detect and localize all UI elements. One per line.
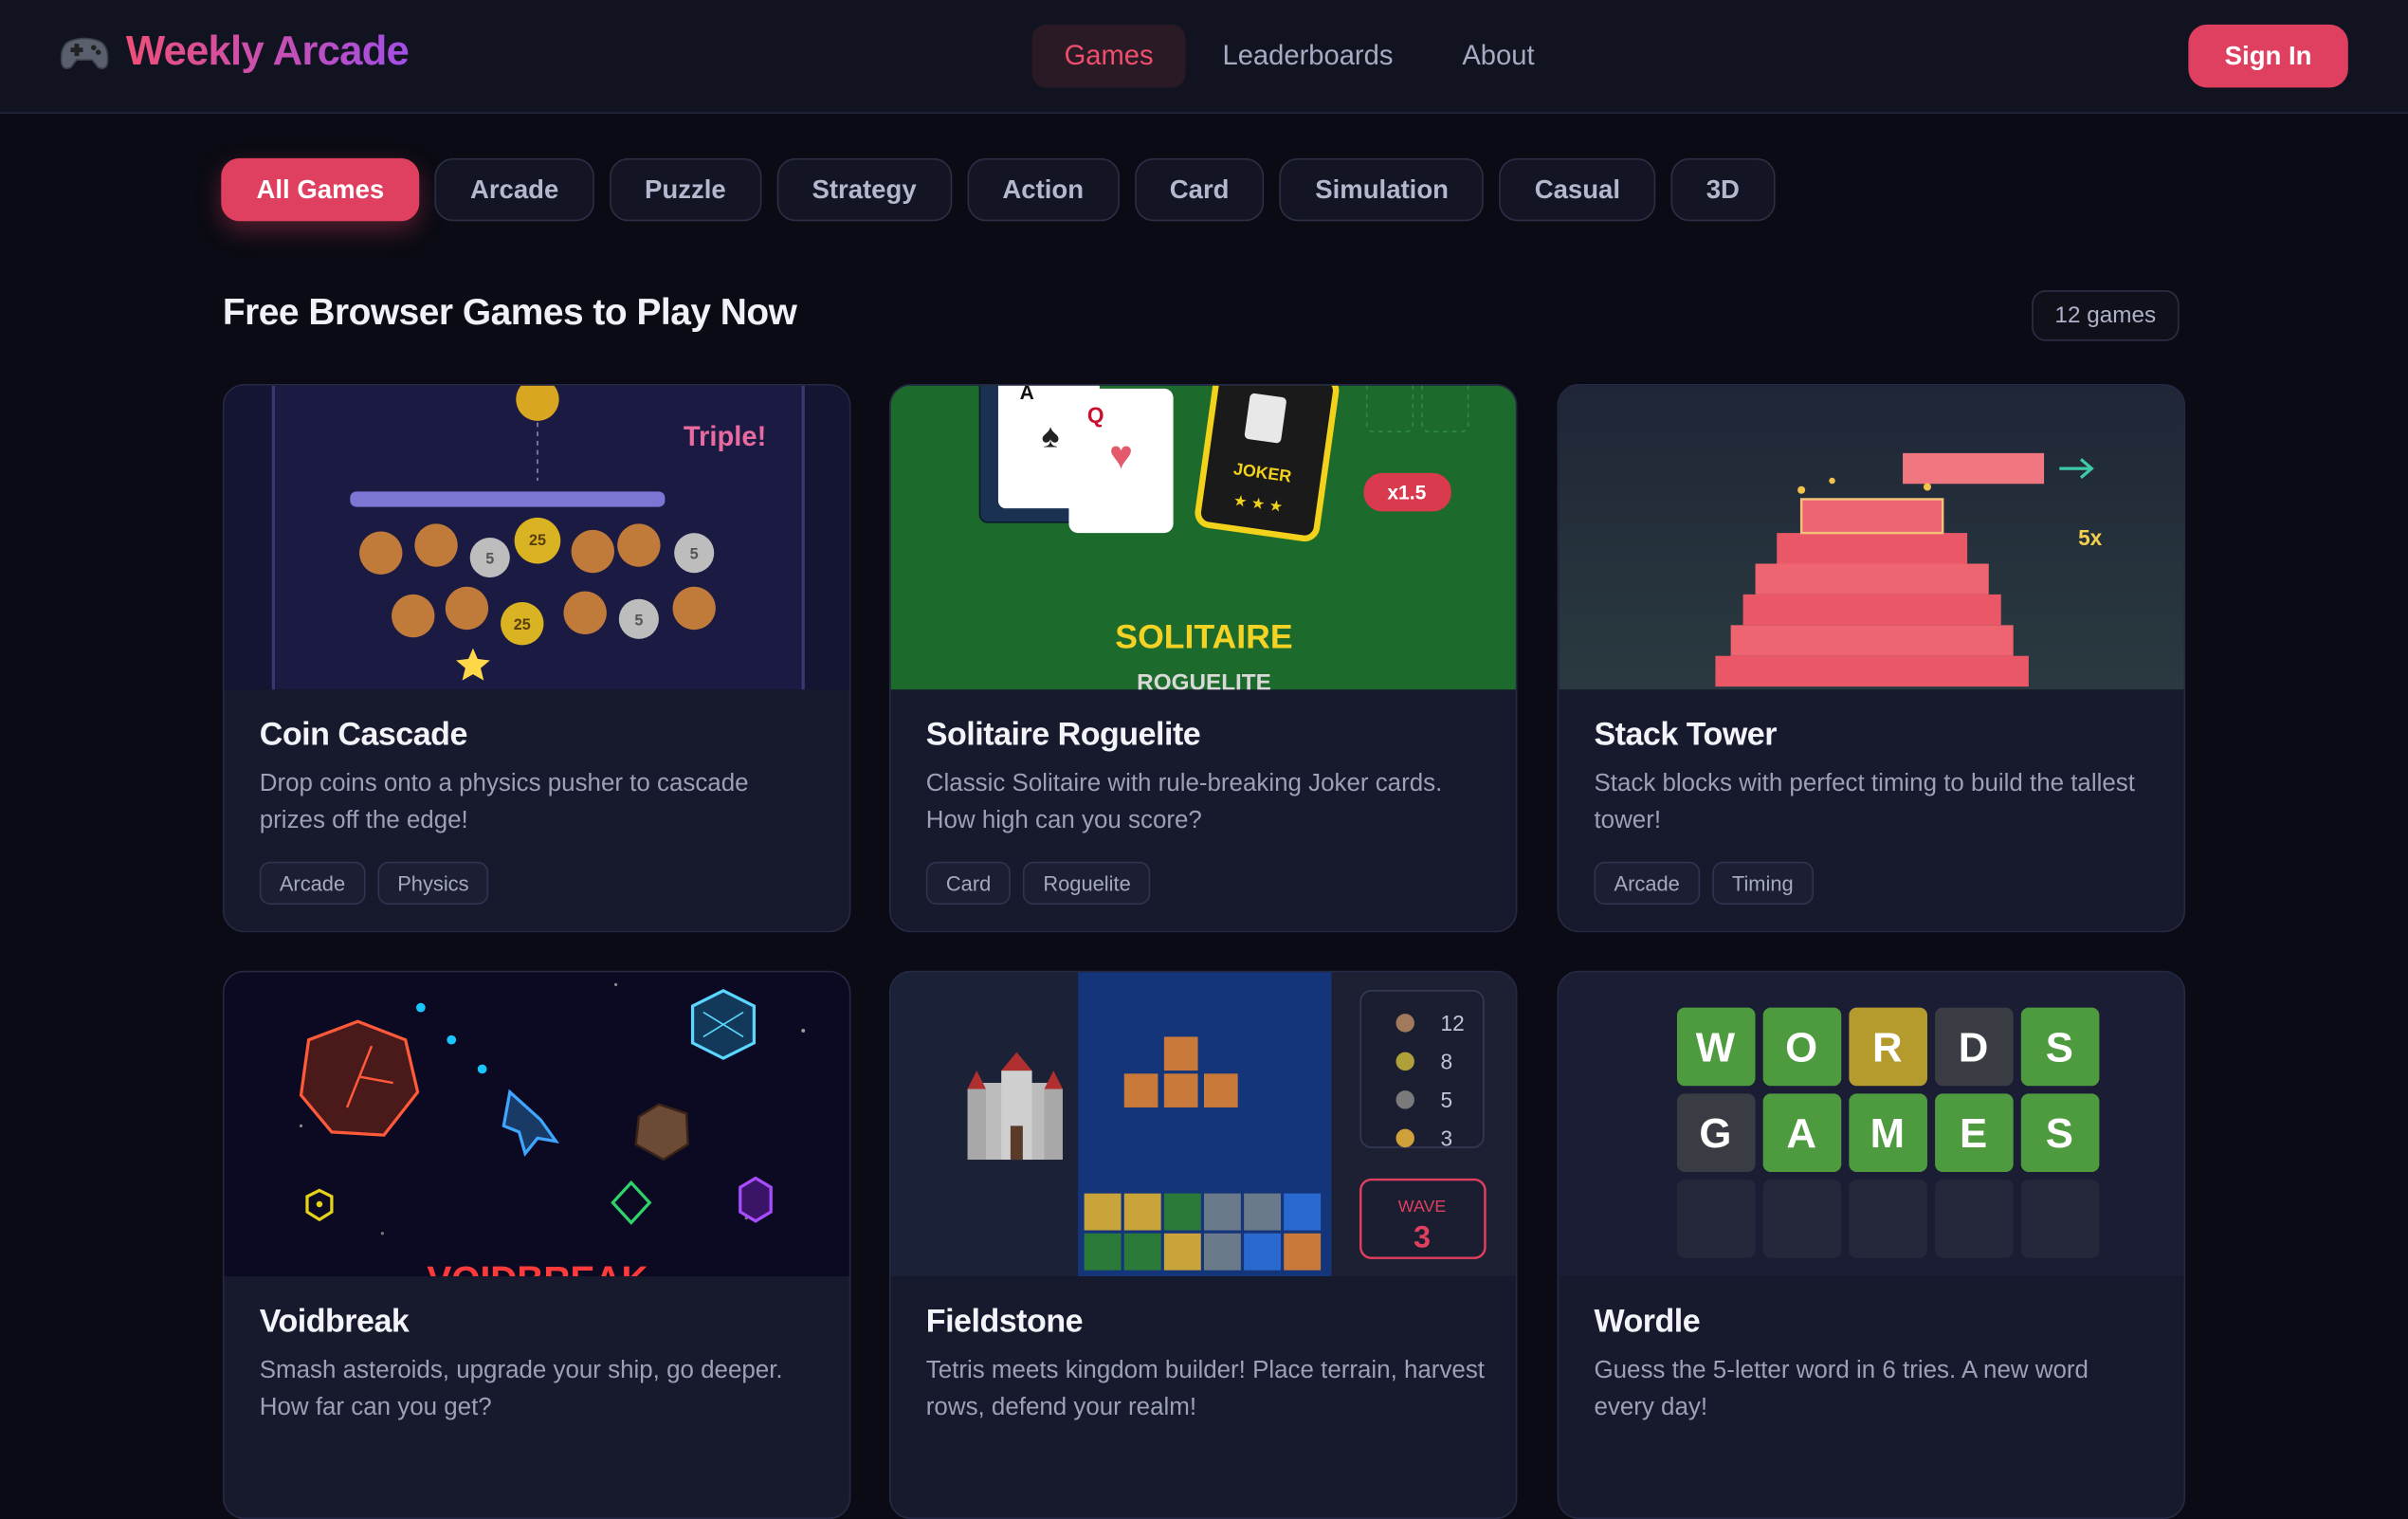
game-title[interactable]: Stack Tower <box>1594 717 2153 754</box>
svg-text:3: 3 <box>1440 1126 1452 1150</box>
brand-name: Weekly Arcade <box>125 27 410 74</box>
game-description: Smash asteroids, upgrade your ship, go d… <box>259 1357 783 1421</box>
game-description: Drop coins onto a physics pusher to casc… <box>259 771 749 834</box>
svg-text:A: A <box>1786 1110 1816 1157</box>
svg-text:W: W <box>1696 1024 1736 1071</box>
game-thumbnail: 12 8 5 3 WAVE 3 <box>890 972 1516 1277</box>
svg-text:S: S <box>2046 1024 2073 1071</box>
svg-text:x1.5: x1.5 <box>1387 482 1426 503</box>
game-card-coin-cascade[interactable]: Triple! 25 25 5 5 5 Coin Cascade Drop co… <box>222 383 851 933</box>
filter-simulation[interactable]: Simulation <box>1279 157 1485 222</box>
svg-text:5: 5 <box>690 546 699 563</box>
svg-text:S: S <box>2046 1110 2073 1157</box>
voidbreak-logo: VOIDBREAK <box>427 1259 648 1276</box>
game-thumbnail: Triple! 25 25 5 5 5 <box>224 385 849 690</box>
filter-strategy[interactable]: Strategy <box>776 157 952 222</box>
game-card-wordle[interactable]: W O R D S G A M E S Wordle Guess the 5-l… <box>1557 970 2186 1519</box>
svg-text:5: 5 <box>485 551 494 568</box>
filter-card[interactable]: Card <box>1134 157 1265 222</box>
tag-arcade: Arcade <box>259 861 366 906</box>
svg-text:G: G <box>1699 1110 1731 1157</box>
game-description: Classic Solitaire with rule-breaking Jok… <box>925 771 1443 834</box>
tag-physics: Physics <box>377 861 489 906</box>
solitaire-logo: SOLITAIRE <box>1115 618 1292 656</box>
filter-3d[interactable]: 3D <box>1670 157 1776 222</box>
filter-puzzle[interactable]: Puzzle <box>609 157 761 222</box>
filter-casual[interactable]: Casual <box>1499 157 1656 222</box>
game-tags: Arcade Physics <box>259 861 489 906</box>
top-header: Weekly Arcade Games Leaderboards About S… <box>0 0 2408 114</box>
svg-text:♥: ♥ <box>1109 432 1133 477</box>
svg-text:♠: ♠ <box>1042 416 1060 454</box>
game-thumbnail: A ♠ Q ♥ JOKER ★ ★ ★ x1.5 SOLITAIRE ROGUE… <box>890 385 1516 690</box>
combo-indicator: 5x <box>2078 525 2103 550</box>
tag-timing: Timing <box>1711 861 1814 906</box>
game-title[interactable]: Wordle <box>1594 1304 2153 1341</box>
game-description: Tetris meets kingdom builder! Place terr… <box>925 1357 1485 1421</box>
svg-text:3: 3 <box>1414 1219 1431 1254</box>
svg-text:E: E <box>1960 1110 1987 1157</box>
game-title[interactable]: Fieldstone <box>926 1304 1486 1341</box>
svg-text:D: D <box>1959 1024 1989 1071</box>
nav-about[interactable]: About <box>1430 25 1566 87</box>
category-filters: All Games Arcade Puzzle Strategy Action … <box>221 157 1776 222</box>
svg-text:5: 5 <box>1440 1088 1452 1112</box>
svg-text:O: O <box>1785 1024 1817 1071</box>
game-card-solitaire-roguelite[interactable]: A ♠ Q ♥ JOKER ★ ★ ★ x1.5 SOLITAIRE ROGUE… <box>888 383 1518 933</box>
svg-text:A: A <box>1020 386 1034 405</box>
tag-arcade: Arcade <box>1594 861 1700 906</box>
nav-games[interactable]: Games <box>1031 24 1186 88</box>
section-title: Free Browser Games to Play Now <box>222 291 797 334</box>
game-title[interactable]: Coin Cascade <box>260 717 819 754</box>
svg-text:25: 25 <box>529 532 546 549</box>
nav-leaderboards[interactable]: Leaderboards <box>1190 25 1425 87</box>
game-tags: Card Roguelite <box>925 861 1151 906</box>
tag-roguelite: Roguelite <box>1023 861 1151 906</box>
game-card-voidbreak[interactable]: VOIDBREAK Voidbreak Smash asteroids, upg… <box>222 970 851 1519</box>
filter-action[interactable]: Action <box>967 157 1120 222</box>
svg-text:12: 12 <box>1440 1011 1464 1035</box>
sign-in-button[interactable]: Sign In <box>2188 24 2348 88</box>
game-card-fieldstone[interactable]: 12 8 5 3 WAVE 3 Fieldstone Tetris meets … <box>888 970 1518 1519</box>
gamepad-icon <box>59 28 111 75</box>
svg-text:8: 8 <box>1440 1049 1452 1073</box>
game-tags: Arcade Timing <box>1594 861 1814 906</box>
game-title[interactable]: Solitaire Roguelite <box>926 717 1486 754</box>
svg-text:WAVE: WAVE <box>1398 1197 1447 1216</box>
filter-arcade[interactable]: Arcade <box>434 157 594 222</box>
game-description: Guess the 5-letter word in 6 tries. A ne… <box>1594 1357 2089 1421</box>
game-card-stack-tower[interactable]: 5x Stack Tower Stack blocks with perfect… <box>1557 383 2186 933</box>
brand-logo[interactable]: Weekly Arcade <box>59 27 410 75</box>
main-nav: Games Leaderboards About <box>1031 24 1572 88</box>
game-title[interactable]: Voidbreak <box>260 1304 819 1341</box>
filter-all-games[interactable]: All Games <box>221 157 420 222</box>
svg-text:R: R <box>1872 1024 1903 1071</box>
game-thumbnail: W O R D S G A M E S <box>1559 972 2184 1277</box>
game-thumbnail: VOIDBREAK <box>224 972 849 1277</box>
svg-text:ROGUELITE: ROGUELITE <box>1137 669 1271 689</box>
game-thumbnail: 5x <box>1559 385 2184 690</box>
svg-text:Q: Q <box>1087 402 1104 427</box>
game-description: Stack blocks with perfect timing to buil… <box>1594 771 2135 834</box>
game-count-badge: 12 games <box>2032 290 2180 341</box>
svg-text:5: 5 <box>634 612 643 629</box>
svg-text:25: 25 <box>514 616 531 633</box>
tag-card: Card <box>925 861 1012 906</box>
svg-text:M: M <box>1870 1110 1905 1157</box>
triple-banner: Triple! <box>684 422 766 452</box>
